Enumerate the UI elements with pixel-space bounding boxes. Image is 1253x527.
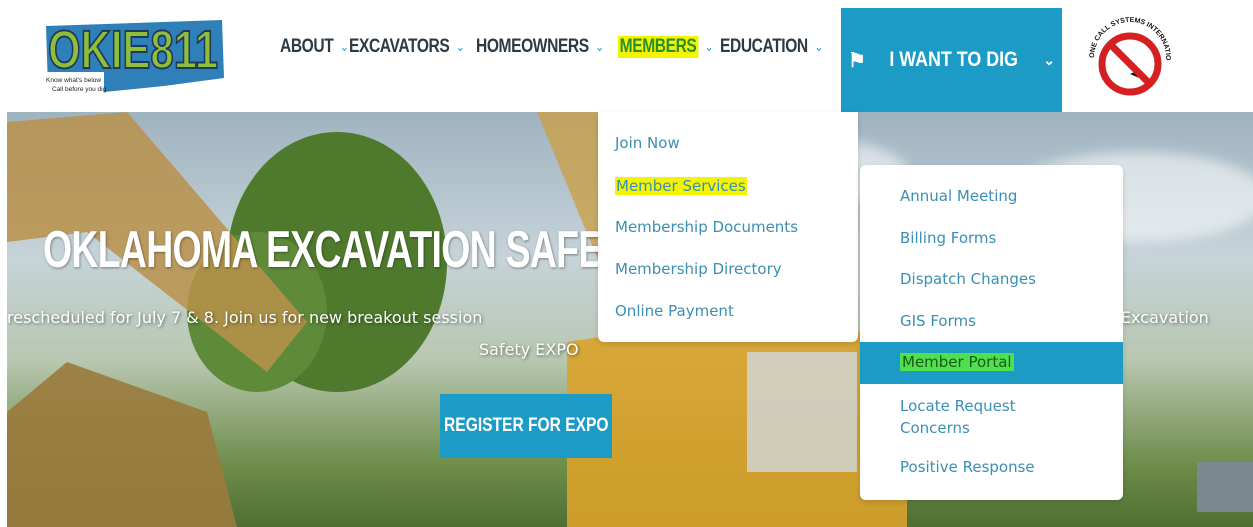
hero-subtitle-line2: Safety EXPO: [479, 340, 579, 359]
submenu-item-dispatch-changes[interactable]: Dispatch Changes: [900, 268, 1036, 290]
nav-homeowners[interactable]: HOMEOWNERS ⌄: [476, 36, 604, 58]
menu-item-join-now[interactable]: Join Now: [615, 134, 680, 152]
menu-item-membership-documents[interactable]: Membership Documents: [615, 218, 798, 236]
chevron-down-icon: ⌄: [339, 39, 349, 54]
logo-tagline-2: Call before you dig.: [52, 86, 108, 93]
register-for-expo-button[interactable]: REGISTER FOR EXPO: [440, 394, 612, 458]
logo-tagline-1: Know what's below: [46, 77, 101, 84]
submenu-item-billing-forms[interactable]: Billing Forms: [900, 227, 996, 249]
chevron-down-icon: ⌄: [595, 39, 605, 54]
nav-about[interactable]: ABOUT ⌄: [280, 36, 349, 58]
nav-education[interactable]: EDUCATION ⌄: [720, 36, 823, 58]
chevron-down-icon: ⌄: [814, 39, 824, 54]
chevron-down-icon: ⌄: [1043, 51, 1055, 68]
one-call-systems-logo[interactable]: ONE CALL SYSTEMS INTERNATIONAL: [1080, 14, 1180, 102]
submenu-item-positive-response[interactable]: Positive Response: [900, 456, 1035, 478]
i-want-to-dig-button[interactable]: ⚑ I WANT TO DIG ⌄: [841, 8, 1062, 112]
members-dropdown: Join Now Member Services Membership Docu…: [598, 112, 858, 342]
submenu-item-gis-forms[interactable]: GIS Forms: [900, 310, 976, 332]
member-portal-label: Member Portal: [900, 353, 1014, 371]
nav-members-label: MEMBERS: [618, 36, 699, 58]
nav-members[interactable]: MEMBERS ⌄: [618, 36, 714, 58]
hero-subtitle: rescheduled for July 7 & 8. Join us for …: [7, 308, 483, 327]
submenu-item-member-portal[interactable]: Member Portal: [900, 351, 1014, 373]
member-services-submenu: Annual Meeting Billing Forms Dispatch Ch…: [860, 165, 1123, 500]
okie811-logo[interactable]: OKIE811 Know what's below Call before yo…: [44, 16, 226, 96]
nav-homeowners-label: HOMEOWNERS: [476, 36, 590, 57]
site-header: OKIE811 Know what's below Call before yo…: [0, 0, 1253, 112]
register-label: REGISTER FOR EXPO: [443, 415, 609, 436]
nav-education-label: EDUCATION: [720, 36, 808, 57]
chevron-down-icon: ⌄: [456, 39, 465, 54]
nav-excavators-label: EXCAVATORS: [349, 36, 450, 57]
submenu-item-locate-request-concerns[interactable]: Locate Request Concerns: [900, 395, 1080, 439]
nav-excavators[interactable]: EXCAVATORS ⌄: [349, 36, 465, 58]
svg-text:OKIE811: OKIE811: [48, 20, 218, 80]
submenu-item-member-portal-row[interactable]: Member Portal: [860, 342, 1123, 384]
menu-item-online-payment[interactable]: Online Payment: [615, 302, 734, 320]
submenu-item-annual-meeting[interactable]: Annual Meeting: [900, 185, 1017, 207]
nav-about-label: ABOUT: [280, 36, 334, 57]
main-nav: ABOUT ⌄ EXCAVATORS ⌄ HOMEOWNERS ⌄ MEMBER…: [280, 36, 832, 58]
menu-item-membership-directory[interactable]: Membership Directory: [615, 260, 782, 278]
chevron-down-icon: ⌄: [704, 39, 714, 54]
hero-subtitle-right: Excavation: [1121, 308, 1209, 327]
dig-button-label: I WANT TO DIG: [889, 48, 1018, 71]
menu-item-member-services[interactable]: Member Services: [615, 177, 747, 195]
flag-icon: ⚑: [848, 49, 866, 72]
